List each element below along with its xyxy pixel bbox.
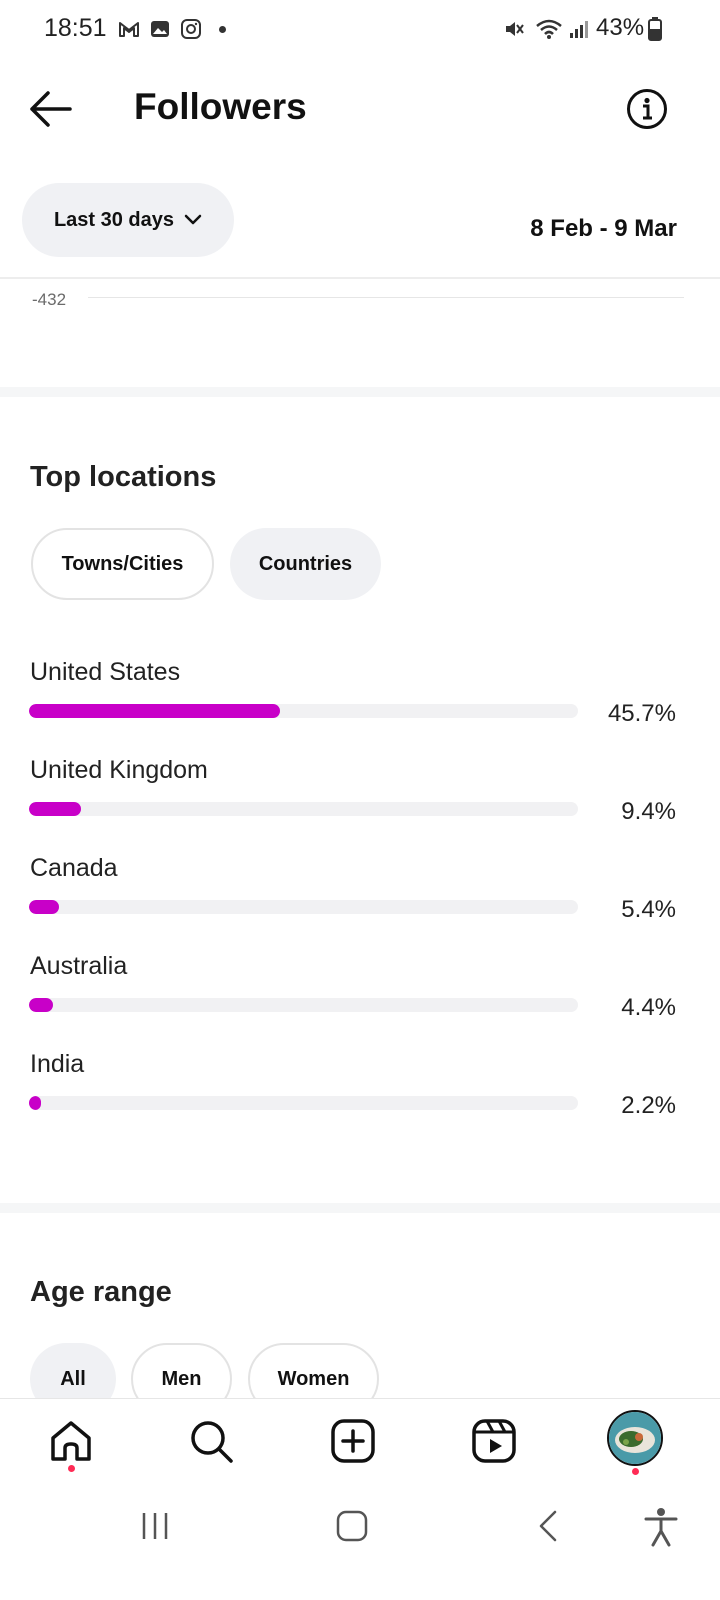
accessibility-icon[interactable] xyxy=(642,1507,680,1547)
instagram-icon xyxy=(181,19,201,39)
nav-home-button[interactable] xyxy=(48,1418,94,1464)
location-percent: 5.4% xyxy=(621,896,676,923)
battery-icon xyxy=(648,17,662,41)
tab-countries[interactable]: Countries xyxy=(230,528,381,600)
nav-create-button[interactable] xyxy=(330,1418,376,1464)
location-bar-track xyxy=(29,998,578,1012)
date-range-dropdown-label: Last 30 days xyxy=(53,208,175,231)
home-button-icon[interactable] xyxy=(334,1508,370,1544)
notification-dot-icon xyxy=(219,26,226,33)
section-separator xyxy=(0,1203,720,1213)
gmail-icon xyxy=(119,22,139,37)
location-name: Australia xyxy=(30,952,128,980)
location-percent: 2.2% xyxy=(621,1092,676,1119)
notification-dot xyxy=(68,1465,75,1472)
location-percent: 45.7% xyxy=(607,700,676,727)
signal-icon xyxy=(570,21,588,38)
notification-dot xyxy=(632,1468,639,1475)
top-locations-heading: Top locations xyxy=(30,461,217,493)
location-bar-track xyxy=(29,802,578,816)
battery-percent: 43% xyxy=(596,14,645,41)
back-button[interactable] xyxy=(26,86,76,132)
location-name: India xyxy=(30,1050,85,1078)
location-bar-track xyxy=(29,1096,578,1110)
chart-gridline xyxy=(88,297,684,298)
location-bar-fill xyxy=(29,802,81,816)
chevron-down-icon xyxy=(184,214,202,225)
reels-icon xyxy=(472,1419,516,1463)
location-bar-fill xyxy=(29,704,280,718)
divider xyxy=(0,277,720,279)
wifi-icon xyxy=(536,19,562,39)
age-range-heading: Age range xyxy=(30,1276,172,1308)
location-name: United Kingdom xyxy=(30,756,208,784)
location-percent: 4.4% xyxy=(621,994,676,1021)
date-range-text: 8 Feb - 9 Mar xyxy=(530,215,677,242)
status-time: 18:51 xyxy=(44,14,107,42)
create-icon xyxy=(331,1419,375,1463)
location-name: Canada xyxy=(30,854,118,882)
gallery-icon xyxy=(151,21,169,37)
mute-icon xyxy=(506,22,524,36)
location-bar-fill xyxy=(29,998,54,1012)
nav-reels-button[interactable] xyxy=(471,1418,517,1464)
nav-profile-avatar[interactable] xyxy=(607,1410,663,1466)
nav-search-button[interactable] xyxy=(188,1418,234,1464)
page-title: Followers xyxy=(134,86,307,127)
location-bar-track xyxy=(29,900,578,914)
arrow-left-icon xyxy=(30,91,72,127)
location-name: United States xyxy=(30,658,181,686)
date-range-dropdown[interactable]: Last 30 days xyxy=(22,183,234,257)
search-icon xyxy=(191,1421,233,1463)
location-bar-fill xyxy=(29,900,59,914)
location-percent: 9.4% xyxy=(621,798,676,825)
location-bar-fill xyxy=(29,1096,42,1110)
avatar-image xyxy=(609,1412,661,1464)
info-icon xyxy=(627,89,667,129)
back-button-icon[interactable] xyxy=(531,1508,567,1544)
recent-apps-icon[interactable] xyxy=(137,1508,173,1544)
section-separator xyxy=(0,387,720,397)
info-button[interactable] xyxy=(626,88,668,130)
home-icon xyxy=(51,1421,91,1461)
tab-towns-cities[interactable]: Towns/Cities xyxy=(31,528,214,600)
location-bar-track xyxy=(29,704,578,718)
chart-axis-tick-label: -432 xyxy=(32,290,67,309)
